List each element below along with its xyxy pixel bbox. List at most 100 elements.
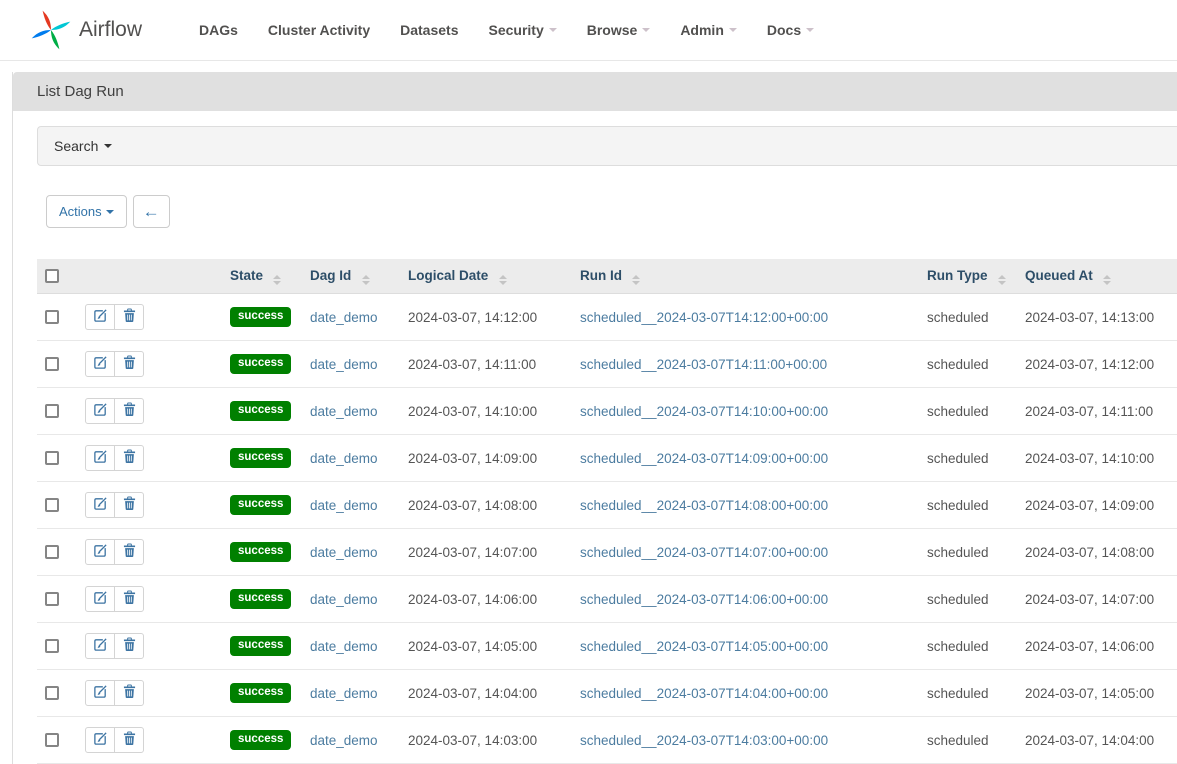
back-button[interactable]: ←	[133, 195, 170, 228]
edit-record-button[interactable]	[85, 633, 115, 659]
run-type-cell: scheduled	[919, 529, 1017, 576]
row-checkbox[interactable]	[45, 498, 59, 512]
edit-icon	[93, 684, 108, 702]
delete-record-button[interactable]	[114, 539, 144, 565]
row-checkbox[interactable]	[45, 686, 59, 700]
dag-id-link[interactable]: date_demo	[310, 310, 378, 325]
run-id-link[interactable]: scheduled__2024-03-07T14:04:00+00:00	[580, 686, 828, 701]
delete-record-button[interactable]	[114, 680, 144, 706]
dag-id-link[interactable]: date_demo	[310, 592, 378, 607]
dag-id-link[interactable]: date_demo	[310, 357, 378, 372]
delete-record-button[interactable]	[114, 304, 144, 330]
navbar-item-browse[interactable]: Browse	[572, 0, 666, 60]
table-row: success date_demo 2024-03-07, 14:11:00 s…	[37, 341, 1177, 388]
edit-record-button[interactable]	[85, 727, 115, 753]
run-id-link[interactable]: scheduled__2024-03-07T14:07:00+00:00	[580, 545, 828, 560]
row-checkbox[interactable]	[45, 357, 59, 371]
logical-date-cell: 2024-03-07, 14:03:00	[400, 717, 572, 764]
edit-record-button[interactable]	[85, 304, 115, 330]
delete-record-button[interactable]	[114, 445, 144, 471]
column-header-label: Run Type	[927, 268, 988, 283]
column-header-label: Queued At	[1025, 268, 1093, 283]
sort-icon	[632, 275, 640, 285]
status-badge: success	[230, 495, 291, 515]
run-id-link[interactable]: scheduled__2024-03-07T14:03:00+00:00	[580, 733, 828, 748]
table-row: success date_demo 2024-03-07, 14:10:00 s…	[37, 388, 1177, 435]
navbar-item-label: Cluster Activity	[268, 22, 370, 38]
delete-record-button[interactable]	[114, 727, 144, 753]
run-id-link[interactable]: scheduled__2024-03-07T14:12:00+00:00	[580, 310, 828, 325]
select-all-checkbox[interactable]	[45, 269, 59, 283]
column-header-state[interactable]: State	[222, 259, 302, 294]
edit-record-button[interactable]	[85, 586, 115, 612]
dag-id-cell: date_demo	[302, 482, 400, 529]
delete-record-button[interactable]	[114, 586, 144, 612]
delete-record-button[interactable]	[114, 398, 144, 424]
dag-id-link[interactable]: date_demo	[310, 498, 378, 513]
row-checkbox[interactable]	[45, 545, 59, 559]
navbar-item-admin[interactable]: Admin	[665, 0, 752, 60]
delete-record-button[interactable]	[114, 351, 144, 377]
column-header-label: Dag Id	[310, 268, 351, 283]
dag-id-link[interactable]: date_demo	[310, 451, 378, 466]
trash-icon	[123, 449, 136, 467]
dag-id-link[interactable]: date_demo	[310, 733, 378, 748]
row-checkbox[interactable]	[45, 639, 59, 653]
column-header-run-id[interactable]: Run Id	[572, 259, 919, 294]
airflow-brand[interactable]: Airflow	[30, 9, 142, 51]
edit-record-button[interactable]	[85, 351, 115, 377]
dag-id-link[interactable]: date_demo	[310, 545, 378, 560]
row-checkbox-cell	[37, 294, 77, 341]
edit-record-button[interactable]	[85, 398, 115, 424]
status-badge: success	[230, 589, 291, 609]
row-actions-cell	[77, 388, 222, 435]
run-id-link[interactable]: scheduled__2024-03-07T14:10:00+00:00	[580, 404, 828, 419]
row-actions-cell	[77, 294, 222, 341]
row-checkbox-cell	[37, 717, 77, 764]
run-id-cell: scheduled__2024-03-07T14:06:00+00:00	[572, 576, 919, 623]
run-id-link[interactable]: scheduled__2024-03-07T14:05:00+00:00	[580, 639, 828, 654]
dag-id-link[interactable]: date_demo	[310, 686, 378, 701]
navbar-item-label: Admin	[680, 22, 724, 38]
run-id-link[interactable]: scheduled__2024-03-07T14:08:00+00:00	[580, 498, 828, 513]
delete-record-button[interactable]	[114, 633, 144, 659]
navbar-item-cluster-activity[interactable]: Cluster Activity	[253, 0, 385, 60]
edit-record-button[interactable]	[85, 492, 115, 518]
run-id-link[interactable]: scheduled__2024-03-07T14:09:00+00:00	[580, 451, 828, 466]
delete-record-button[interactable]	[114, 492, 144, 518]
row-checkbox[interactable]	[45, 310, 59, 324]
navbar-item-datasets[interactable]: Datasets	[385, 0, 473, 60]
navbar-item-security[interactable]: Security	[473, 0, 571, 60]
panel-body: Search Actions ←	[13, 111, 1177, 764]
edit-icon	[93, 355, 108, 373]
run-id-link[interactable]: scheduled__2024-03-07T14:06:00+00:00	[580, 592, 828, 607]
edit-record-button[interactable]	[85, 539, 115, 565]
column-header-logical-date[interactable]: Logical Date	[400, 259, 572, 294]
run-id-link[interactable]: scheduled__2024-03-07T14:11:00+00:00	[580, 357, 827, 372]
navbar-item-dags[interactable]: DAGs	[184, 0, 253, 60]
dag-id-cell: date_demo	[302, 529, 400, 576]
logical-date-cell: 2024-03-07, 14:07:00	[400, 529, 572, 576]
edit-record-button[interactable]	[85, 445, 115, 471]
row-checkbox[interactable]	[45, 451, 59, 465]
column-header-run-type[interactable]: Run Type	[919, 259, 1017, 294]
dag-id-link[interactable]: date_demo	[310, 404, 378, 419]
row-checkbox[interactable]	[45, 592, 59, 606]
table-row: success date_demo 2024-03-07, 14:05:00 s…	[37, 623, 1177, 670]
status-badge: success	[230, 307, 291, 327]
actions-button[interactable]: Actions	[46, 195, 127, 228]
airflow-pinwheel-icon	[30, 9, 72, 51]
navbar-item-docs[interactable]: Docs	[752, 0, 829, 60]
edit-record-button[interactable]	[85, 680, 115, 706]
row-actions-group	[85, 633, 144, 659]
logical-date-cell: 2024-03-07, 14:08:00	[400, 482, 572, 529]
list-dag-run-panel: List Dag Run Search Actions ←	[12, 72, 1177, 764]
column-header-queued-at[interactable]: Queued At	[1017, 259, 1177, 294]
dag-id-cell: date_demo	[302, 670, 400, 717]
row-checkbox[interactable]	[45, 404, 59, 418]
search-dropdown[interactable]: Search	[37, 126, 1177, 166]
column-header-dag-id[interactable]: Dag Id	[302, 259, 400, 294]
row-actions-cell	[77, 576, 222, 623]
row-checkbox[interactable]	[45, 733, 59, 747]
dag-id-link[interactable]: date_demo	[310, 639, 378, 654]
